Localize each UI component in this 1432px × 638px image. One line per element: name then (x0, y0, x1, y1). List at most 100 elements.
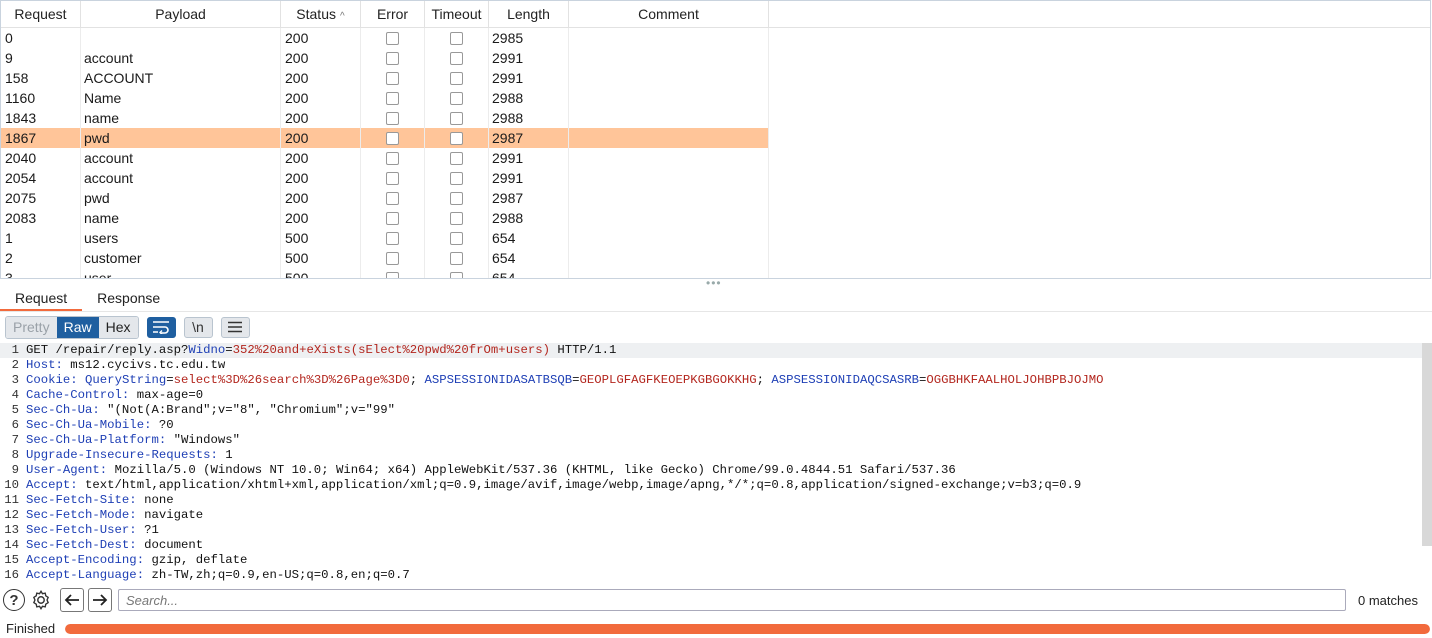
timeout-checkbox[interactable] (450, 131, 463, 145)
cell-status: 200 (281, 168, 361, 188)
wrap-lines-icon (153, 321, 169, 334)
pane-splitter-handle[interactable]: ••• (706, 277, 722, 289)
code-token: = (166, 373, 174, 387)
tab-response[interactable]: Response (82, 285, 175, 311)
error-checkbox[interactable] (386, 211, 399, 225)
table-row[interactable]: 2075 pwd 200 2987 (1, 188, 1430, 208)
cell-comment (569, 48, 769, 68)
table-row[interactable]: 2083 name 200 2988 (1, 208, 1430, 228)
cell-timeout (425, 228, 489, 248)
timeout-checkbox[interactable] (450, 151, 463, 165)
cell-status: 500 (281, 248, 361, 268)
hex-button[interactable]: Hex (98, 316, 138, 338)
code-line: 2 Host: ms12.cycivs.tc.edu.tw (0, 358, 1432, 373)
cell-timeout (425, 208, 489, 228)
line-text: Accept-Encoding: gzip, deflate (26, 553, 247, 568)
cell-payload: pwd (81, 128, 281, 148)
previous-match-button[interactable] (60, 588, 84, 612)
menu-button[interactable] (220, 316, 250, 338)
help-icon[interactable]: ? (3, 589, 25, 611)
code-token: 1 (217, 448, 233, 462)
code-line: 15 Accept-Encoding: gzip, deflate (0, 553, 1432, 568)
code-token: ASPSESSIONIDASATBSQB (424, 373, 573, 387)
error-checkbox[interactable] (386, 271, 399, 278)
table-row[interactable]: 9 account 200 2991 (1, 48, 1430, 68)
table-row[interactable]: 2040 account 200 2991 (1, 148, 1430, 168)
error-checkbox[interactable] (386, 131, 399, 145)
error-checkbox[interactable] (386, 31, 399, 45)
timeout-checkbox[interactable] (450, 31, 463, 45)
cell-comment (569, 208, 769, 228)
cell-length: 2988 (489, 108, 569, 128)
timeout-checkbox[interactable] (450, 231, 463, 245)
error-checkbox[interactable] (386, 171, 399, 185)
error-checkbox[interactable] (386, 71, 399, 85)
column-header-error[interactable]: Error (361, 1, 425, 27)
cell-comment (569, 28, 769, 48)
timeout-checkbox[interactable] (450, 211, 463, 225)
column-header-payload[interactable]: Payload (81, 1, 281, 27)
code-token: max-age=0 (129, 388, 204, 402)
timeout-checkbox[interactable] (450, 71, 463, 85)
code-line: 9 User-Agent: Mozilla/5.0 (Windows NT 10.… (0, 463, 1432, 478)
cell-comment (569, 88, 769, 108)
cell-payload: pwd (81, 188, 281, 208)
code-token: ; (756, 373, 772, 387)
error-checkbox[interactable] (386, 151, 399, 165)
cell-comment (569, 188, 769, 208)
pretty-button[interactable]: Pretty (6, 316, 57, 338)
cell-status: 200 (281, 48, 361, 68)
column-header-timeout[interactable]: Timeout (425, 1, 489, 27)
table-row[interactable]: 2 customer 500 654 (1, 248, 1430, 268)
table-row[interactable]: 2054 account 200 2991 (1, 168, 1430, 188)
gear-icon[interactable] (30, 589, 52, 611)
table-row[interactable]: 1843 name 200 2988 (1, 108, 1430, 128)
table-row[interactable]: 1 users 500 654 (1, 228, 1430, 248)
tab-request[interactable]: Request (0, 285, 83, 311)
timeout-checkbox[interactable] (450, 251, 463, 265)
column-header-request[interactable]: Request (1, 1, 81, 27)
timeout-checkbox[interactable] (450, 191, 463, 205)
sort-ascending-icon: ^ (340, 11, 345, 22)
error-checkbox[interactable] (386, 111, 399, 125)
cell-request: 158 (1, 68, 81, 88)
code-token: ; (409, 373, 425, 387)
timeout-checkbox[interactable] (450, 171, 463, 185)
cell-error (361, 128, 425, 148)
cell-payload (81, 28, 281, 48)
table-row[interactable]: 0 200 2985 (1, 28, 1430, 48)
error-checkbox[interactable] (386, 51, 399, 65)
timeout-checkbox[interactable] (450, 91, 463, 105)
wrap-lines-button[interactable] (146, 316, 176, 338)
raw-button[interactable]: Raw (56, 316, 99, 338)
editor-scrollbar[interactable] (1422, 343, 1432, 546)
cell-error (361, 168, 425, 188)
code-token: GET /repair/reply.asp? (26, 343, 189, 357)
cell-timeout (425, 48, 489, 68)
cell-request: 3 (1, 268, 81, 278)
column-header-status[interactable]: Status ^ (281, 1, 361, 27)
code-token: = (572, 373, 580, 387)
error-checkbox[interactable] (386, 91, 399, 105)
timeout-checkbox[interactable] (450, 51, 463, 65)
cell-length: 654 (489, 228, 569, 248)
timeout-checkbox[interactable] (450, 271, 463, 278)
next-match-button[interactable] (88, 588, 112, 612)
raw-request-editor[interactable]: 1 GET /repair/reply.asp?Widno=352%20and+e… (0, 343, 1432, 586)
cell-timeout (425, 188, 489, 208)
error-checkbox[interactable] (386, 191, 399, 205)
column-header-length[interactable]: Length (489, 1, 569, 27)
cell-length: 2991 (489, 48, 569, 68)
table-row[interactable]: 1160 Name 200 2988 (1, 88, 1430, 108)
error-checkbox[interactable] (386, 231, 399, 245)
code-token: Accept-Language: (26, 568, 145, 582)
cell-error (361, 28, 425, 48)
error-checkbox[interactable] (386, 251, 399, 265)
table-row[interactable]: 158 ACCOUNT 200 2991 (1, 68, 1430, 88)
timeout-checkbox[interactable] (450, 111, 463, 125)
show-newlines-button[interactable]: \n (183, 316, 213, 338)
column-header-comment[interactable]: Comment (569, 1, 769, 27)
search-input[interactable] (118, 589, 1346, 611)
table-row[interactable]: 1867 pwd 200 2987 (1, 128, 1430, 148)
